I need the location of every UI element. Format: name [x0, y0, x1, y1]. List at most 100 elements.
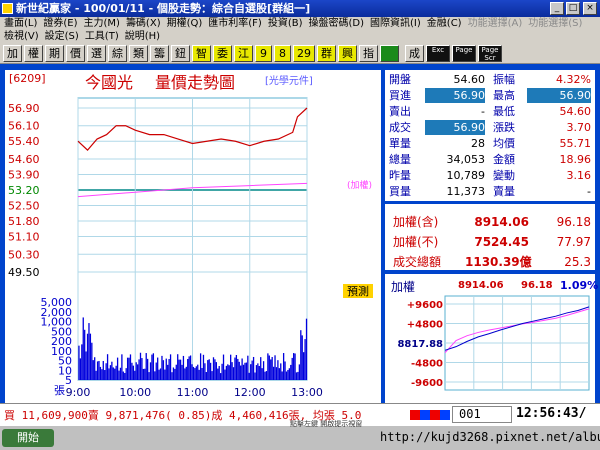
toolbar-button-17[interactable]: 指 — [359, 45, 378, 62]
menu-item-9[interactable]: 金融(C) — [427, 18, 462, 29]
toolbar-button-16[interactable]: 興 — [338, 45, 357, 62]
price-volume-chart: 56.90 56.10 55.40 54.60 53.90 53.20 52.50 51.80… — [8, 97, 373, 399]
menu-row-1: 畫面(L) 證券(E) 主力(M) 籌碼(X) 期權(Q) 匯市利率(F) 投資(B) 操盤密… — [4, 17, 588, 30]
menu-item-b1[interactable]: 設定(S) — [45, 31, 79, 42]
menu-item-6[interactable]: 投資(B) — [268, 18, 303, 29]
toolbar-button-8[interactable]: 鈕 — [171, 45, 190, 62]
mini-tick-label: -9600 — [411, 378, 443, 389]
menu-item-4[interactable]: 期權(Q) — [167, 18, 203, 29]
quote-value: 54.60 — [559, 105, 592, 118]
quote-value: 56.90 — [425, 88, 485, 103]
menu-item-5[interactable]: 匯市利率(F) — [208, 18, 262, 29]
toolbar-button-3[interactable]: 價 — [66, 45, 85, 62]
signal-bar — [410, 410, 450, 420]
maximize-button[interactable]: □ — [566, 2, 580, 15]
toolbar-button-12[interactable]: 9 — [255, 45, 272, 62]
toolbar-button-5[interactable]: 綜 — [108, 45, 127, 62]
menu-item-1[interactable]: 證券(E) — [43, 18, 77, 29]
menu-item-b3[interactable]: 說明(H) — [125, 31, 160, 42]
toolbar: 加權期價選綜類籌鈕智委江 9 8 29 群興指 成 Exc Page Page Scr — [0, 43, 600, 64]
toolbar-button-0[interactable]: 加 — [3, 45, 22, 62]
menu-item-11[interactable]: 功能選擇(S) — [528, 18, 582, 29]
toolbar-button-6[interactable]: 類 — [129, 45, 148, 62]
minimize-button[interactable]: _ — [550, 2, 564, 15]
quote-label: 成交 — [389, 121, 411, 134]
price-tick-label: 51.80 — [8, 215, 40, 228]
toolbar-button-7[interactable]: 籌 — [150, 45, 169, 62]
toolbar-button-4[interactable]: 選 — [87, 45, 106, 62]
toolbar-button-13[interactable]: 8 — [274, 45, 291, 62]
price-tick-label: 54.60 — [8, 153, 40, 166]
time-tick-label: 9:00 — [66, 386, 91, 399]
close-button[interactable]: × — [583, 2, 597, 15]
toolbar-button-14[interactable]: 29 — [293, 45, 315, 62]
quote-value: 28 — [471, 137, 485, 150]
quote-panel: 開盤 54.60 振幅 4.32% 買進 56.90 最高 56.90 賣出 - 最低 54.60 成交… — [385, 70, 598, 403]
title-bar: 新世紀贏家 - 100/01/11 - 個股走勢：綜合自選股[群組一] _ □ … — [0, 0, 600, 17]
quote-value: 4.32% — [556, 73, 591, 86]
prediction-label: 預測 — [347, 284, 369, 298]
clock: 12:56:43/ — [516, 406, 587, 421]
index-mini-chart: +9600 +4800 8817.88 -4800 -9600 — [397, 295, 590, 391]
toolbar-button-18[interactable] — [380, 45, 399, 62]
toolbar-button-20[interactable]: Exc — [426, 45, 450, 62]
quote-label: 開盤 — [389, 73, 411, 86]
stock-code-input[interactable]: 001 — [452, 406, 512, 423]
quote-divider — [385, 201, 595, 204]
index-row-label: 加權(含) — [393, 215, 439, 229]
window-title: 新世紀贏家 - 100/01/11 - 個股走勢：綜合自選股[群組一] — [16, 2, 311, 15]
mini-tick-label: -4800 — [411, 359, 443, 370]
toolbar-button-11[interactable]: 江 — [234, 45, 253, 62]
menu-bar: 畫面(L) 證券(E) 主力(M) 籌碼(X) 期權(Q) 匯市利率(F) 投資(B) 操盤密… — [0, 17, 600, 43]
price-tick-label: 56.90 — [8, 102, 40, 115]
watermark-url: http://kujd3268.pixnet.net/album — [380, 430, 600, 444]
index-row-change: 77.97 — [556, 235, 591, 249]
quote-value: 18.96 — [559, 153, 592, 166]
quote-value: - — [587, 185, 591, 198]
quote-label: 均價 — [493, 137, 515, 150]
quote-value: 11,373 — [446, 185, 486, 198]
quote-value: 3.70 — [566, 121, 592, 134]
quote-label: 昨量 — [389, 169, 411, 182]
menu-item-b0[interactable]: 檢視(V) — [4, 31, 39, 42]
chart-panel: [6209] 今國光 量價走勢圖 [光學元件] 56.90 56.10 55.40 5… — [5, 70, 381, 403]
quote-value: - — [481, 105, 485, 118]
quote-value: 55.71 — [559, 137, 592, 150]
menu-item-2[interactable]: 主力(M) — [84, 18, 120, 29]
menu-item-3[interactable]: 籌碼(X) — [126, 18, 161, 29]
quote-value: 3.16 — [566, 169, 592, 182]
quote-label: 賣出 — [389, 105, 411, 118]
quote-value: 56.90 — [527, 88, 591, 103]
time-tick-label: 12:00 — [234, 386, 266, 399]
toolbar-button-15[interactable]: 群 — [317, 45, 336, 62]
time-tick-label: 10:00 — [119, 386, 151, 399]
price-tick-label: 52.50 — [8, 200, 40, 213]
menu-item-0[interactable]: 畫面(L) — [4, 18, 37, 29]
toolbar-button-21[interactable]: Page — [452, 45, 476, 62]
menu-item-b2[interactable]: 工具(T) — [85, 31, 119, 42]
start-button[interactable]: 開始 — [2, 429, 54, 447]
time-tick-label: 13:00 — [291, 386, 323, 399]
toolbar-button-1[interactable]: 權 — [24, 45, 43, 62]
tray-hint: 點擊左鍵 開啟提示視窗 — [290, 420, 363, 428]
toolbar-button-2[interactable]: 期 — [45, 45, 64, 62]
menu-item-8[interactable]: 國際資訊(I) — [370, 18, 421, 29]
quote-label: 振幅 — [493, 73, 515, 86]
quote-label: 漲跌 — [493, 121, 515, 134]
taskbar: 開始 點擊左鍵 開啟提示視窗 http://kujd3268.pixnet.ne… — [0, 420, 600, 450]
mini-tick-label: +9600 — [407, 300, 443, 311]
quote-label: 買量 — [389, 185, 411, 198]
mini-tick-label: +4800 — [407, 320, 443, 331]
menu-item-7[interactable]: 操盤密碼(D) — [309, 18, 365, 29]
index-row-value: 1130.39億 — [465, 255, 532, 269]
toolbar-button-10[interactable]: 委 — [213, 45, 232, 62]
toolbar-button-19[interactable]: 成 — [405, 45, 424, 62]
toolbar-button-22[interactable]: Page Scr — [478, 45, 502, 62]
quote-label: 最低 — [493, 105, 515, 118]
menu-item-10[interactable]: 功能選擇(A) — [468, 18, 523, 29]
toolbar-button-9[interactable]: 智 — [192, 45, 211, 62]
quote-label: 變動 — [493, 169, 515, 182]
price-tick-label: 56.10 — [8, 120, 40, 133]
quote-label: 賣量 — [493, 185, 515, 198]
quote-value: 54.60 — [453, 73, 486, 86]
